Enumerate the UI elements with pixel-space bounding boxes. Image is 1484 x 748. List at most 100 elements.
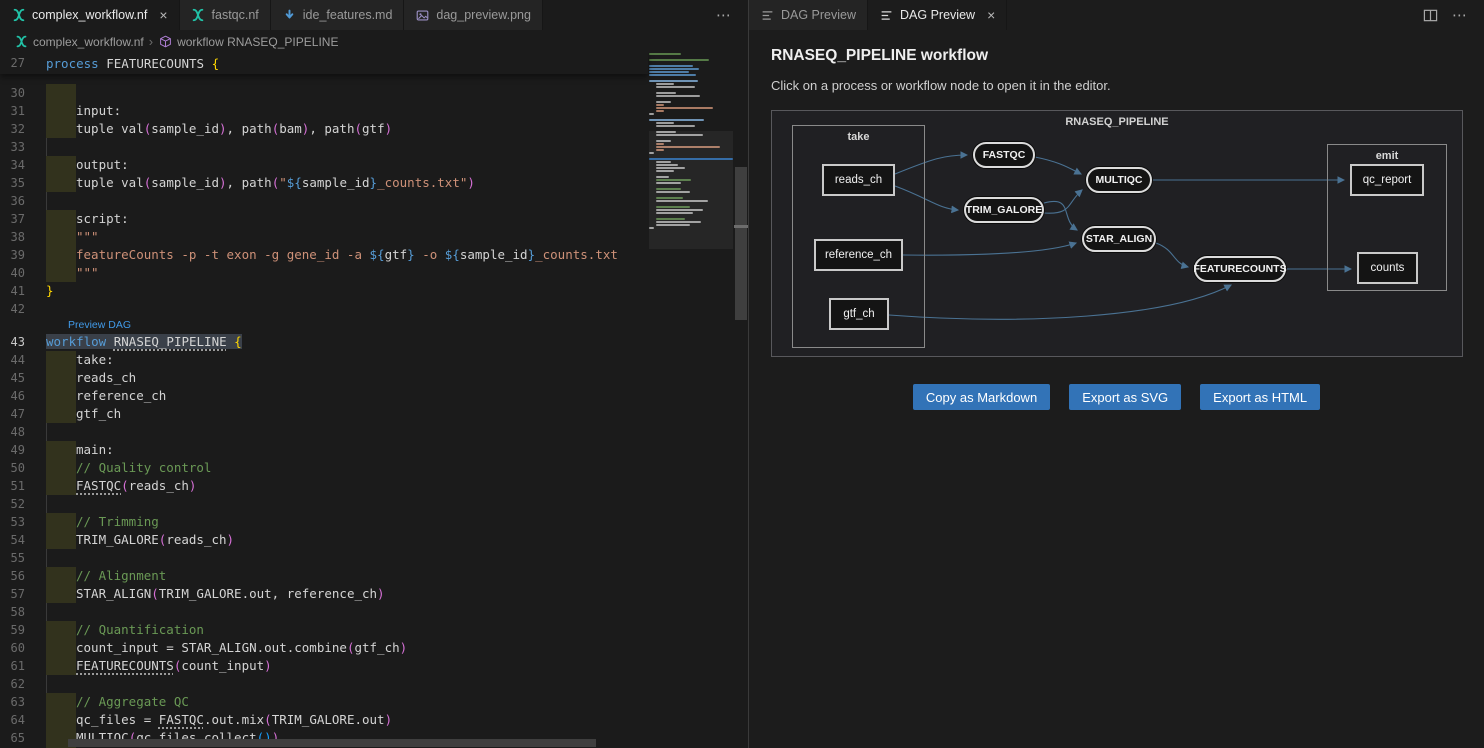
more-actions-icon[interactable]: ⋯ (716, 6, 732, 24)
dag-node-reference_ch[interactable]: reference_ch (814, 239, 903, 271)
code-line-52[interactable]: 52 (0, 495, 748, 513)
dag-node-MULTIQC[interactable]: MULTIQC (1086, 167, 1152, 193)
indent-highlight (46, 459, 76, 477)
code-line-55[interactable]: 55 (0, 549, 748, 567)
line-number: 34 (0, 156, 46, 174)
code-line-58[interactable]: 58 (0, 603, 748, 621)
code-line-47[interactable]: 47gtf_ch (0, 405, 748, 423)
code-line-51[interactable]: 51FASTQC(reads_ch) (0, 477, 748, 495)
line-text: """ (46, 228, 626, 246)
code-line-62[interactable]: 62 (0, 675, 748, 693)
line-text (46, 192, 626, 210)
close-icon[interactable]: × (159, 8, 167, 22)
export-as-svg-button[interactable]: Export as SVG (1069, 384, 1181, 410)
indent-highlight (46, 369, 76, 387)
panel-subtitle: Click on a process or workflow node to o… (771, 78, 1462, 93)
horizontal-scrollbar-thumb[interactable] (68, 739, 596, 747)
tab-dag-preview-png[interactable]: dag_preview.png (404, 0, 543, 30)
line-number: 47 (0, 405, 46, 423)
dag-node-qc_report[interactable]: qc_report (1350, 164, 1424, 196)
nextflow-icon (191, 8, 206, 23)
code-line-53[interactable]: 53// Trimming (0, 513, 748, 531)
dag-node-FASTQC[interactable]: FASTQC (973, 142, 1035, 168)
code-line-64[interactable]: 64qc_files = FASTQC.out.mix(TRIM_GALORE.… (0, 711, 748, 729)
code-line-63[interactable]: 63// Aggregate QC (0, 693, 748, 711)
minimap[interactable] (649, 53, 733, 293)
close-icon[interactable]: × (987, 8, 995, 22)
nextflow-icon (11, 8, 26, 23)
sticky-scroll-line[interactable]: 27process FEATURECOUNTS { (0, 53, 648, 74)
code-line-59[interactable]: 59// Quantification (0, 621, 748, 639)
line-number: 60 (0, 639, 46, 657)
line-number: 30 (0, 84, 46, 102)
code-line-56[interactable]: 56// Alignment (0, 567, 748, 585)
markdown-icon (282, 8, 297, 23)
code-line-43[interactable]: 43workflow RNASEQ_PIPELINE { (0, 333, 748, 351)
line-text: main: (46, 441, 626, 459)
dag-node-counts[interactable]: counts (1357, 252, 1418, 284)
code-line-41[interactable]: 41} (0, 282, 748, 300)
indent-highlight (46, 621, 76, 639)
line-number: 37 (0, 210, 46, 228)
minimap-slider[interactable] (649, 131, 733, 249)
code-line-31[interactable]: 31input: (0, 102, 748, 120)
code-line-37[interactable]: 37script: (0, 210, 748, 228)
code-line-42[interactable]: 42 (0, 300, 748, 318)
breadcrumb-file[interactable]: complex_workflow.nf (14, 34, 144, 49)
code-line-30[interactable]: 30 (0, 84, 748, 102)
dag-node-gtf_ch[interactable]: gtf_ch (829, 298, 889, 330)
line-text: process FEATURECOUNTS { (46, 53, 626, 74)
code-editor[interactable]: 27process FEATURECOUNTS { 3031input:32tu… (0, 53, 748, 748)
code-line-27[interactable]: 27process FEATURECOUNTS { (0, 53, 648, 74)
indent-highlight (46, 567, 76, 585)
code-line-44[interactable]: 44take: (0, 351, 748, 369)
indent-highlight (46, 405, 76, 423)
code-line-32[interactable]: 32tuple val(sample_id), path(bam), path(… (0, 120, 748, 138)
code-line-48[interactable]: 48 (0, 423, 748, 441)
code-line-54[interactable]: 54TRIM_GALORE(reads_ch) (0, 531, 748, 549)
indent-highlight (46, 174, 76, 192)
dag-node-TRIM_GALORE[interactable]: TRIM_GALORE (964, 197, 1044, 223)
code-line-35[interactable]: 35tuple val(sample_id), path("${sample_i… (0, 174, 748, 192)
code-line-34[interactable]: 34output: (0, 156, 748, 174)
code-line-45[interactable]: 45reads_ch (0, 369, 748, 387)
code-line-38[interactable]: 38""" (0, 228, 748, 246)
copy-as-markdown-button[interactable]: Copy as Markdown (913, 384, 1050, 410)
code-line-33[interactable]: 33 (0, 138, 748, 156)
line-text (46, 675, 626, 693)
chevron-right-icon: › (149, 34, 153, 49)
vertical-scrollbar-thumb[interactable] (735, 167, 747, 320)
tab-complex-workflow[interactable]: complex_workflow.nf × (0, 0, 180, 30)
tab-dag-preview-inactive[interactable]: DAG Preview (749, 0, 868, 30)
line-text (46, 549, 626, 567)
code-line-61[interactable]: 61FEATURECOUNTS(count_input) (0, 657, 748, 675)
code-line-46[interactable]: 46reference_ch (0, 387, 748, 405)
code-line-39[interactable]: 39featureCounts -p -t exon -g gene_id -a… (0, 246, 748, 264)
code-line-57[interactable]: 57STAR_ALIGN(TRIM_GALORE.out, reference_… (0, 585, 748, 603)
tab-fastqc[interactable]: fastqc.nf (180, 0, 271, 30)
export-as-html-button[interactable]: Export as HTML (1200, 384, 1320, 410)
line-number: 41 (0, 282, 46, 300)
code-line-36[interactable]: 36 (0, 192, 748, 210)
tab-label: ide_features.md (303, 8, 393, 22)
line-number: 38 (0, 228, 46, 246)
split-editor-icon[interactable] (1423, 8, 1438, 23)
tab-label: fastqc.nf (212, 8, 259, 22)
dag-node-reads_ch[interactable]: reads_ch (822, 164, 895, 196)
code-line-50[interactable]: 50// Quality control (0, 459, 748, 477)
nextflow-icon (14, 34, 29, 49)
codelens-preview-dag[interactable]: Preview DAG (0, 318, 748, 333)
line-text (46, 138, 626, 156)
dag-node-FEATURECOUNTS[interactable]: FEATURECOUNTS (1194, 256, 1286, 282)
dag-node-STAR_ALIGN[interactable]: STAR_ALIGN (1082, 226, 1156, 252)
code-line-60[interactable]: 60count_input = STAR_ALIGN.out.combine(g… (0, 639, 748, 657)
vertical-scrollbar[interactable] (734, 53, 748, 748)
code-line-40[interactable]: 40""" (0, 264, 748, 282)
code-line-49[interactable]: 49main: (0, 441, 748, 459)
indent-highlight (46, 657, 76, 675)
breadcrumb-symbol[interactable]: workflow RNASEQ_PIPELINE (158, 34, 338, 49)
more-actions-icon[interactable]: ⋯ (1452, 6, 1468, 24)
line-text (46, 603, 626, 621)
tab-ide-features[interactable]: ide_features.md (271, 0, 405, 30)
tab-dag-preview-active[interactable]: DAG Preview × (868, 0, 1007, 30)
